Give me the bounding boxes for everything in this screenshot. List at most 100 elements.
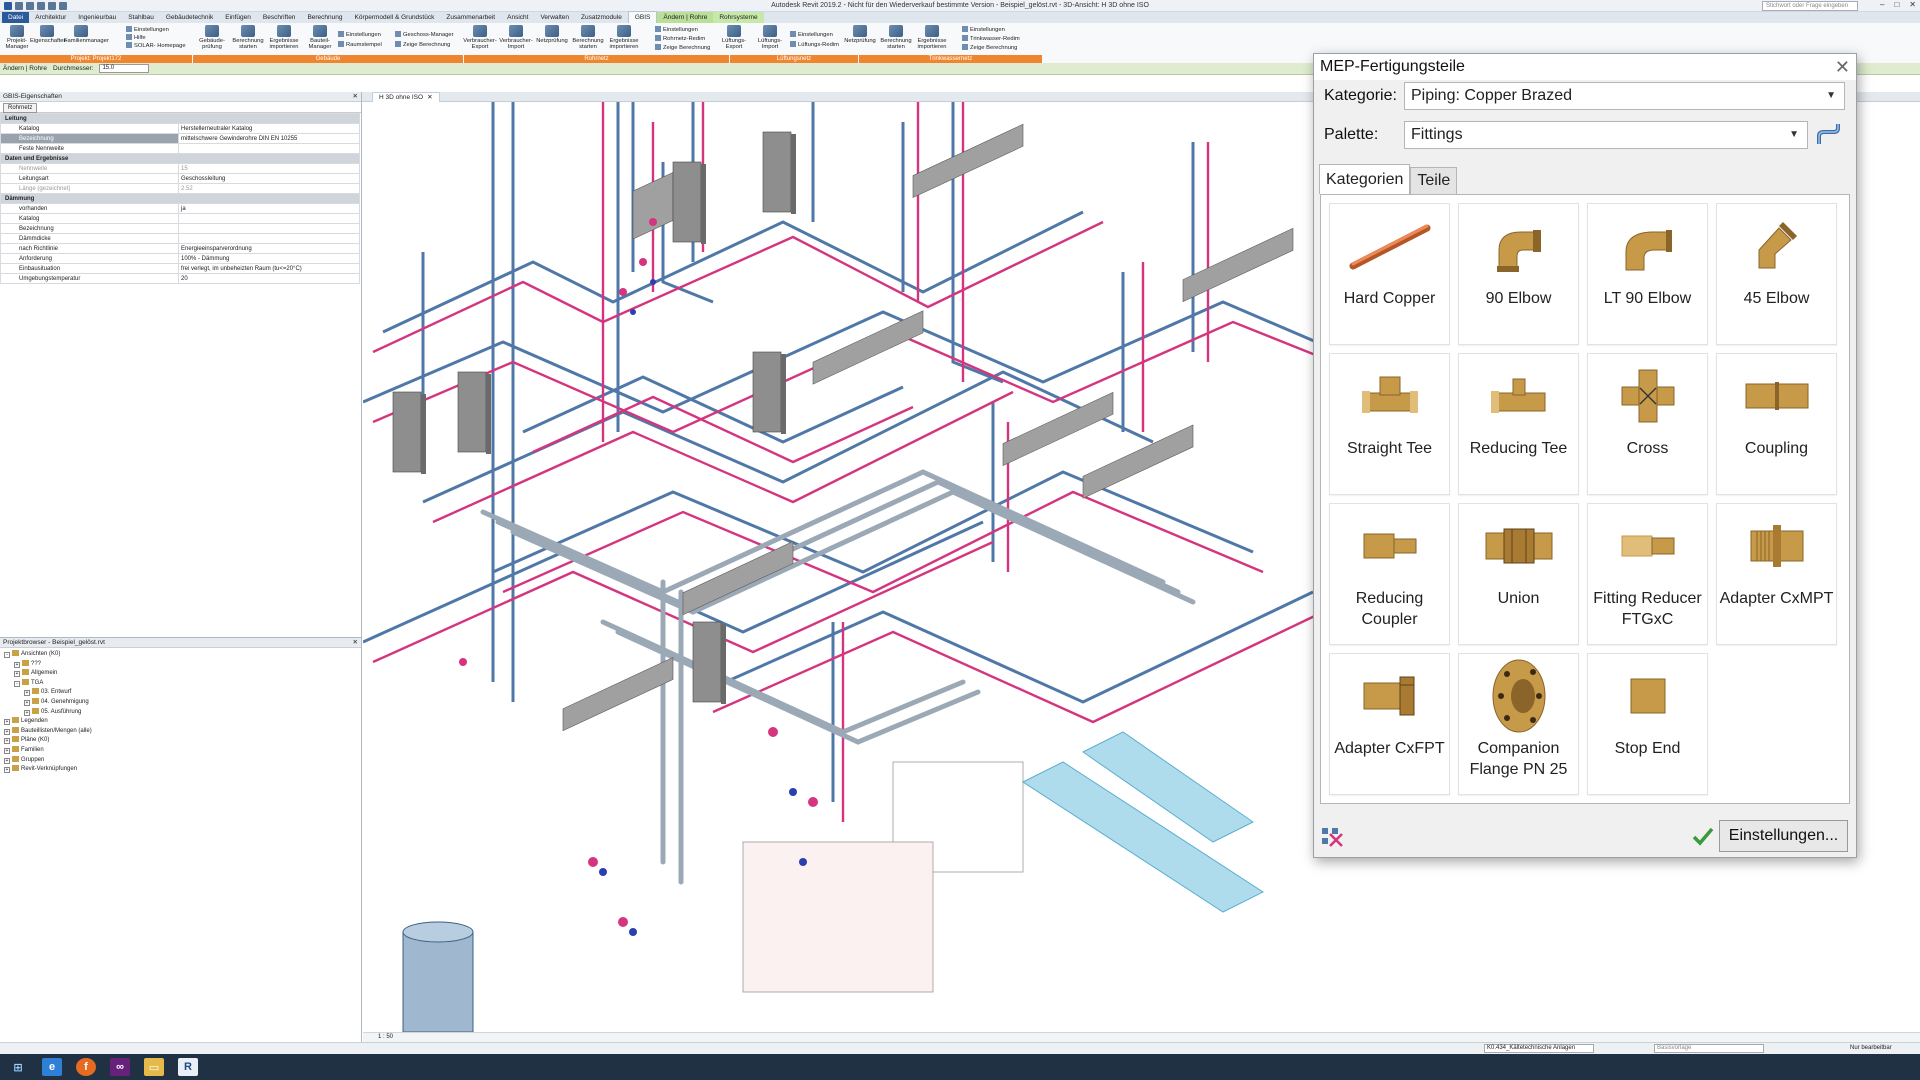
property-value[interactable]: Herstellerneutraler Katalog	[178, 123, 360, 134]
browser-node[interactable]: +05. Ausführung	[4, 707, 361, 718]
ribbon-tab[interactable]: Gebäudetechnik	[160, 12, 219, 23]
ribbon-small-button[interactable]: Einstellungen	[790, 31, 833, 39]
ribbon-small-button[interactable]: Einstellungen	[962, 26, 1005, 34]
ribbon-small-button[interactable]: Rohrnetz-Redim	[655, 35, 705, 43]
expand-icon[interactable]: +	[24, 690, 30, 697]
ribbon-tab[interactable]: Ingenieurbau	[72, 12, 122, 23]
browser-node[interactable]: + Gruppen	[4, 755, 361, 766]
expand-icon[interactable]: +	[14, 661, 20, 668]
start-icon[interactable]: ⊞	[8, 1058, 28, 1076]
ribbon-small-button[interactable]: Hilfe	[126, 34, 146, 42]
ribbon-tab[interactable]: Verwalten	[534, 12, 575, 23]
part-tile[interactable]: Cross	[1587, 353, 1708, 495]
property-value[interactable]: 15	[178, 163, 360, 174]
browser-node[interactable]: - TGA	[4, 678, 361, 689]
expand-icon[interactable]: +	[4, 728, 10, 735]
ribbon-small-button[interactable]: Trinkwasser-Redim	[962, 35, 1020, 43]
redo-icon[interactable]	[48, 1, 56, 10]
design-option-select[interactable]: Basisvorlage	[1654, 1044, 1764, 1053]
ribbon-small-button[interactable]: Lüftungs-Redim	[790, 41, 839, 49]
ribbon-small-button[interactable]: Einstellungen	[126, 26, 169, 34]
settings-button[interactable]: Einstellungen...	[1719, 820, 1848, 852]
undo-icon[interactable]	[37, 1, 45, 10]
ribbon-small-button[interactable]: Einstellungen	[338, 31, 381, 39]
ribbon-tab[interactable]: Rohrsysteme	[713, 12, 764, 23]
close-icon[interactable]: ✕	[353, 638, 358, 648]
editable-only-toggle[interactable]: Nur bearbeitbar	[1850, 1043, 1892, 1054]
ribbon-tab[interactable]: Zusatzmodule	[575, 12, 628, 23]
browser-node[interactable]: +04. Genehmigung	[4, 697, 361, 708]
ribbon-small-button[interactable]: Zeige Berechnung	[655, 44, 710, 52]
property-value[interactable]: ja	[178, 203, 360, 214]
property-row[interactable]: Katalog Herstellerneutraler Katalog	[0, 123, 360, 134]
browser-node[interactable]: + Pläne (K0)	[4, 736, 361, 746]
property-value[interactable]	[178, 143, 360, 154]
part-tile[interactable]: LT 90 Elbow	[1587, 203, 1708, 345]
ribbon-tab[interactable]: Stahlbau	[122, 12, 160, 23]
property-value[interactable]	[178, 223, 360, 234]
property-group[interactable]: Leitung	[0, 113, 360, 124]
part-tile[interactable]: Reducing Tee	[1458, 353, 1579, 495]
category-select[interactable]: Piping: Copper Brazed ▼	[1404, 82, 1845, 110]
property-value[interactable]: 2.52	[178, 183, 360, 194]
clear-filter-icon[interactable]	[1320, 824, 1344, 848]
ribbon-small-button[interactable]: Geschoss-Manager	[395, 31, 454, 39]
expand-icon[interactable]: +	[4, 719, 10, 726]
visual-studio-icon[interactable]: ∞	[110, 1058, 130, 1076]
expand-icon[interactable]: +	[4, 767, 10, 774]
ribbon-small-button[interactable]: Zeige Berechnung	[962, 44, 1017, 52]
part-tile[interactable]: Reducing Coupler	[1329, 503, 1450, 645]
ribbon-button[interactable]: Berechnung starten	[571, 23, 605, 50]
part-tile[interactable]: 90 Elbow	[1458, 203, 1579, 345]
browser-node[interactable]: + Bauteillisten/Mengen (alle)	[4, 726, 361, 737]
tab-3d-view[interactable]: H 3D ohne ISO ✕	[372, 92, 440, 102]
explorer-icon[interactable]: ▭	[144, 1058, 164, 1076]
ribbon-button[interactable]: Netzprüfung	[843, 23, 877, 44]
ribbon-button[interactable]: Gebäude-prüfung	[195, 23, 229, 50]
ribbon-button[interactable]: Eigenschaften	[30, 23, 67, 44]
ribbon-button[interactable]: Verbraucher-Import	[499, 23, 533, 50]
close-icon[interactable]: ✕	[1909, 0, 1916, 9]
ribbon-button[interactable]: Ergebnisse importieren	[267, 23, 301, 50]
part-tile[interactable]: Adapter CxMPT	[1716, 503, 1837, 645]
minimize-icon[interactable]: –	[1880, 0, 1884, 9]
property-group[interactable]: Dämmung	[0, 193, 360, 204]
maximize-icon[interactable]: □	[1894, 0, 1899, 9]
revit-icon[interactable]: R	[178, 1058, 198, 1076]
property-value[interactable]: 100% - Dämmung	[178, 253, 360, 264]
property-row[interactable]: vorhanden ja	[0, 203, 360, 214]
property-group[interactable]: Daten und Ergebnisse	[0, 153, 360, 164]
diameter-select[interactable]: 15.0	[99, 64, 150, 73]
property-row[interactable]: Anforderung 100% - Dämmung	[0, 253, 360, 264]
property-value[interactable]	[178, 233, 360, 244]
browser-node[interactable]: + Legenden	[4, 717, 361, 727]
part-tile[interactable]: Companion Flange PN 25	[1458, 653, 1579, 795]
property-row[interactable]: Bezeichnung	[0, 223, 360, 234]
help-search-input[interactable]: Stichwort oder Frage eingeben	[1762, 1, 1858, 11]
ribbon-small-button[interactable]: SOLAR- Homepage	[126, 42, 186, 50]
property-row[interactable]: Einbausituation frei verlegt, im unbeheiz…	[0, 263, 360, 274]
ribbon-tab[interactable]: Ansicht	[501, 12, 534, 23]
browser-node[interactable]: +???	[4, 659, 361, 670]
property-row[interactable]: Umgebungstemperatur 20	[0, 273, 360, 284]
part-tile[interactable]: Straight Tee	[1329, 353, 1450, 495]
collapse-icon[interactable]: -	[14, 680, 20, 687]
ribbon-button[interactable]: Projekt-Manager	[0, 23, 34, 50]
ribbon-tab[interactable]: Körpermodell & Grundstück	[349, 12, 441, 23]
property-value[interactable]: mittelschwere Gewinderohre DIN EN 10255	[178, 133, 360, 144]
workset-select[interactable]: K0.434_Kältetechnische Anlagen	[1484, 1044, 1594, 1053]
browser-node[interactable]: +03. Entwurf	[4, 688, 361, 698]
ribbon-small-button[interactable]: Zeige Berechnung	[395, 41, 450, 49]
ribbon-tab[interactable]: Einfügen	[219, 12, 257, 23]
print-icon[interactable]	[59, 1, 67, 10]
expand-icon[interactable]: +	[14, 671, 20, 678]
part-tile[interactable]: Fitting Reducer FTGxC	[1587, 503, 1708, 645]
ribbon-small-button[interactable]: Einstellungen	[655, 26, 698, 34]
property-row[interactable]: Feste Nennweite	[0, 143, 360, 154]
property-row[interactable]: Dämmdicke	[0, 233, 360, 244]
ribbon-button[interactable]: Netzprüfung	[535, 23, 569, 44]
property-value[interactable]: frei verlegt, im unbeheizten Raum (tu<=2…	[178, 263, 360, 274]
expand-icon[interactable]: +	[4, 757, 10, 764]
save-icon[interactable]	[26, 1, 34, 10]
property-row[interactable]: nach Richtlinie Energieeinsparverordnung	[0, 243, 360, 254]
